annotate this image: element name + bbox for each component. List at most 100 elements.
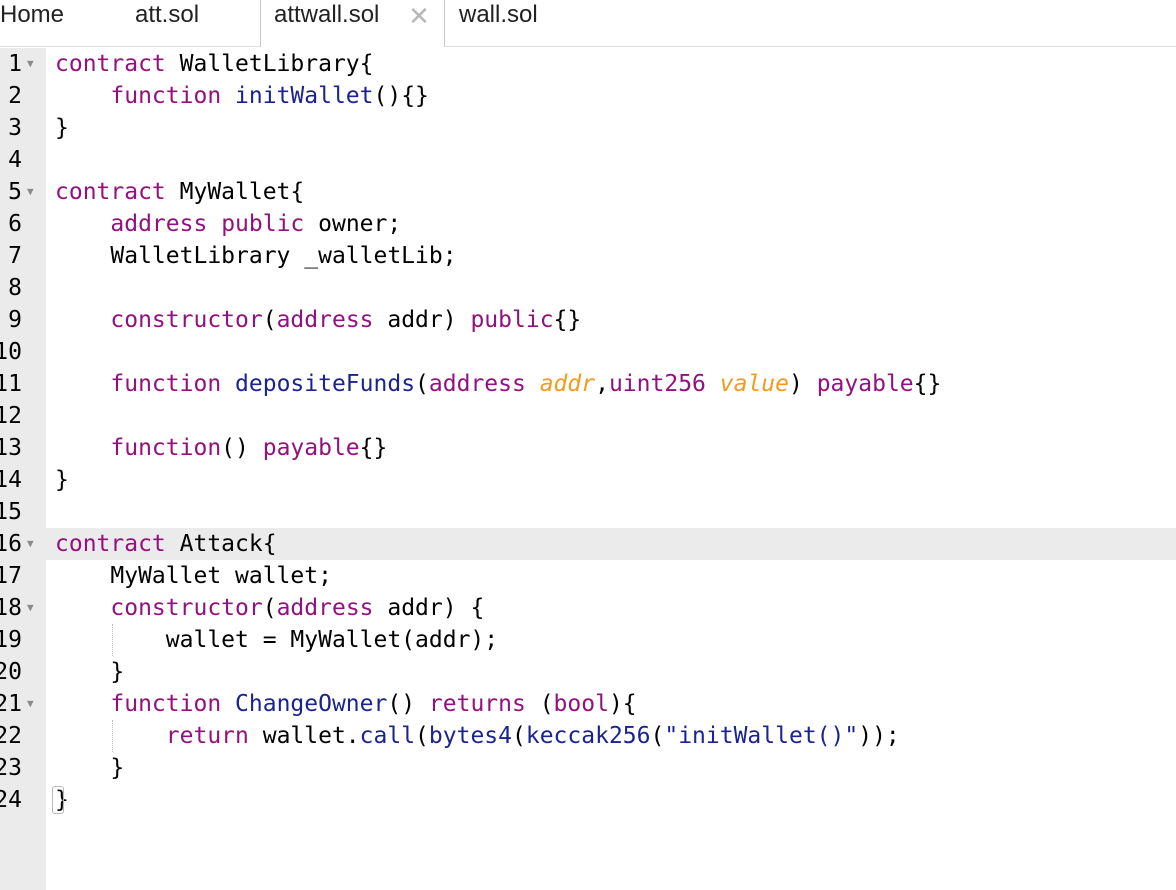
line-number: 5 [8, 179, 22, 205]
code-token: } [55, 115, 69, 141]
code-line[interactable]: 15 [0, 496, 1176, 528]
code-token: depositeFunds [235, 371, 416, 397]
code-text: function ChangeOwner() returns (bool){ [55, 688, 636, 720]
code-text: WalletLibrary _walletLib; [55, 240, 457, 272]
code-token: } [55, 755, 125, 781]
code-line[interactable]: 18 ▼ constructor(address addr) { [0, 592, 1176, 624]
tab-wall-sol[interactable]: wall.sol [445, 0, 605, 46]
code-token: MyWallet{ [165, 179, 305, 205]
code-text: contract WalletLibrary{ [55, 48, 374, 80]
code-token: Attack{ [165, 531, 277, 557]
code-line[interactable]: 13 function() payable{} [0, 432, 1176, 464]
close-icon[interactable]: ✕ [406, 2, 432, 30]
code-text: address public owner; [55, 208, 401, 240]
code-token: public [221, 211, 305, 237]
code-token: (){} [373, 83, 429, 109]
code-line[interactable]: 10 [0, 336, 1176, 368]
line-number: 4 [8, 147, 22, 173]
code-text: } [55, 656, 124, 688]
code-line[interactable]: 23 } [0, 752, 1176, 784]
code-line[interactable]: 17 MyWallet wallet; [0, 560, 1176, 592]
code-line[interactable]: 2 function initWallet(){} [0, 80, 1176, 112]
code-token: WalletLibrary _walletLib; [55, 243, 457, 269]
code-line[interactable]: 4 [0, 144, 1176, 176]
code-line[interactable]: 24} [0, 784, 1176, 816]
code-text: } [55, 112, 69, 144]
line-number: 1 [8, 51, 22, 77]
line-number: 13 [0, 435, 22, 461]
code-token: {} [359, 435, 388, 461]
code-text: wallet = MyWallet(addr); [55, 624, 498, 656]
code-token: owner; [304, 211, 402, 237]
code-token: ( [262, 307, 277, 333]
code-token: () [387, 691, 429, 717]
code-token: ( [525, 691, 554, 717]
code-line[interactable]: 22 return wallet.call(bytes4(keccak256("… [0, 720, 1176, 752]
tab-label: att.sol [135, 1, 200, 28]
code-line[interactable]: 21 ▼ function ChangeOwner() returns (bool… [0, 688, 1176, 720]
tab-label: wall.sol [459, 1, 538, 28]
code-line[interactable]: 6 address public owner; [0, 208, 1176, 240]
line-number: 16 [0, 531, 22, 557]
line-number: 7 [8, 243, 22, 269]
code-token: ( [650, 723, 665, 749]
line-number: 12 [0, 403, 22, 429]
line-number: 17 [0, 563, 22, 589]
code-token: keccak256 [525, 723, 651, 749]
line-number: 6 [8, 211, 22, 237]
bracket-match-highlight [52, 786, 64, 814]
code-line[interactable]: 16 ▼ contract Attack{ [0, 528, 1176, 560]
code-line[interactable]: 7 WalletLibrary _walletLib; [0, 240, 1176, 272]
code-line[interactable]: 5 ▼ contract MyWallet{ [0, 176, 1176, 208]
code-line[interactable]: 19 wallet = MyWallet(addr); [0, 624, 1176, 656]
code-text: contract MyWallet{ [55, 176, 304, 208]
code-token: function [110, 83, 222, 109]
code-token: constructor [110, 595, 263, 621]
code-line[interactable]: 3} [0, 112, 1176, 144]
tab-label: Home [0, 1, 65, 28]
code-token: public [470, 307, 554, 333]
code-line[interactable]: 9 constructor(address addr) public{} [0, 304, 1176, 336]
code-line[interactable]: 8 [0, 272, 1176, 304]
tab-att-sol[interactable]: att.sol [110, 0, 260, 46]
code-token: payable [816, 371, 914, 397]
tab-label: attwall.sol [274, 1, 380, 28]
code-token: {} [553, 307, 582, 333]
fold-arrow-icon[interactable]: ▼ [27, 48, 34, 80]
tab-attwall-sol[interactable]: attwall.sol ✕ [260, 0, 445, 47]
code-token: address [428, 371, 526, 397]
code-token: ( [512, 723, 526, 749]
code-token: ( [262, 595, 277, 621]
code-token: addr) { [373, 595, 485, 621]
code-token: ( [415, 371, 429, 397]
code-token: initWallet [235, 83, 374, 109]
code-token: function [110, 435, 222, 461]
line-number: 15 [0, 499, 22, 525]
fold-arrow-icon[interactable]: ▼ [27, 688, 34, 720]
code-line[interactable]: 20 } [0, 656, 1176, 688]
code-text: constructor(address addr) public{} [55, 304, 581, 336]
fold-arrow-icon[interactable]: ▼ [27, 528, 34, 560]
line-number: 11 [0, 371, 22, 397]
code-token: ( [415, 723, 429, 749]
line-number: 22 [0, 723, 22, 749]
line-number: 21 [0, 691, 22, 717]
fold-arrow-icon[interactable]: ▼ [27, 592, 34, 624]
code-editor[interactable]: 1 ▼ contract WalletLibrary{2 function init… [0, 48, 1176, 890]
tab-home[interactable]: Home [0, 0, 110, 46]
code-line[interactable]: 12 [0, 400, 1176, 432]
code-token: contract [55, 179, 166, 205]
code-token: address [276, 307, 374, 333]
fold-arrow-icon[interactable]: ▼ [27, 176, 34, 208]
code-line[interactable]: 11 function depositeFunds(address addr,u… [0, 368, 1176, 400]
code-text: contract Attack{ [55, 528, 277, 560]
code-line[interactable]: 14} [0, 464, 1176, 496]
code-line[interactable]: 1 ▼ contract WalletLibrary{ [0, 48, 1176, 80]
